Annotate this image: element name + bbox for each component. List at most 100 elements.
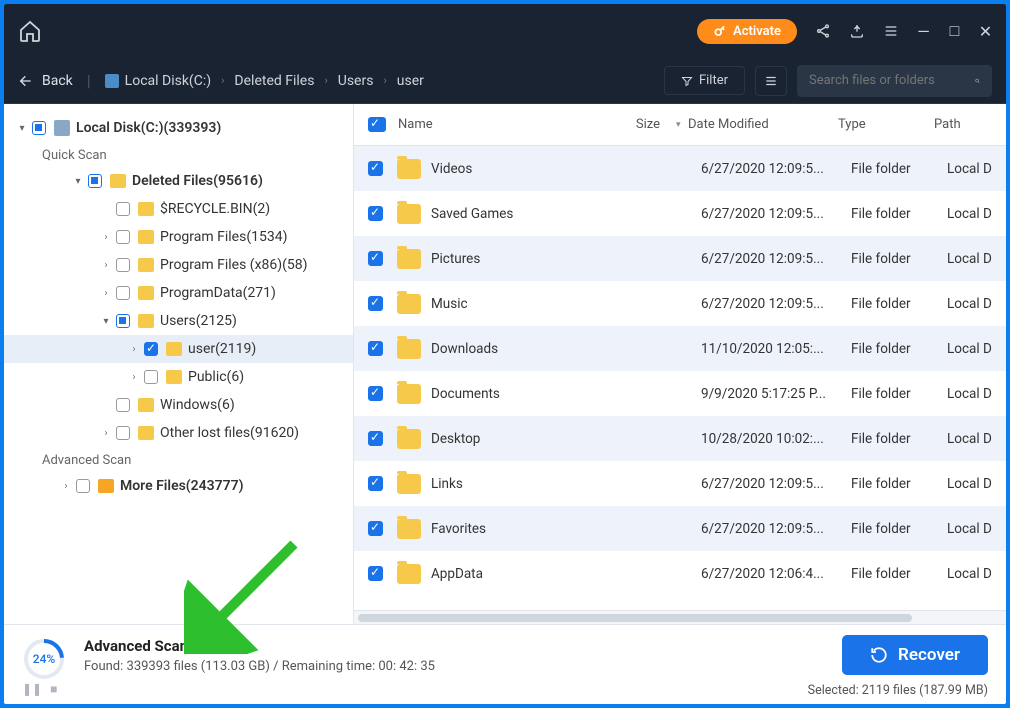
cell-date: 10/28/2020 10:02:... bbox=[701, 431, 851, 447]
row-checkbox[interactable] bbox=[368, 341, 383, 356]
col-date[interactable]: Date Modified bbox=[688, 117, 838, 132]
cell-name: Videos bbox=[431, 161, 609, 177]
checkbox[interactable] bbox=[144, 370, 158, 384]
chevron-icon[interactable]: ▾ bbox=[100, 316, 112, 327]
checkbox[interactable] bbox=[116, 258, 130, 272]
chevron-right-icon: › bbox=[383, 74, 386, 87]
row-checkbox[interactable] bbox=[368, 431, 383, 446]
folder-icon bbox=[138, 286, 154, 300]
back-button[interactable]: Back bbox=[18, 73, 73, 89]
checkbox[interactable] bbox=[116, 398, 130, 412]
col-path[interactable]: Path bbox=[934, 117, 979, 132]
tree-item[interactable]: ›ProgramData(271) bbox=[4, 279, 353, 307]
close-icon[interactable]: ✕ bbox=[979, 25, 992, 38]
chevron-down-icon[interactable]: ▾ bbox=[16, 123, 28, 134]
cell-path: Local D bbox=[947, 161, 992, 177]
tree-item[interactable]: ▾Deleted Files(95616) bbox=[4, 167, 353, 195]
breadcrumb-item[interactable]: Users bbox=[338, 73, 374, 89]
menu-icon[interactable] bbox=[883, 23, 899, 39]
table-row[interactable]: Desktop10/28/2020 10:02:...File folderLo… bbox=[354, 416, 1006, 461]
breadcrumb-item[interactable]: Local Disk(C:) bbox=[125, 73, 211, 89]
col-name[interactable]: Name bbox=[386, 117, 596, 132]
section-advanced-scan: Advanced Scan bbox=[4, 447, 353, 472]
checkbox[interactable] bbox=[76, 479, 90, 493]
table-row[interactable]: Favorites6/27/2020 12:09:5...File folder… bbox=[354, 506, 1006, 551]
tree-item[interactable]: ▾ Users(2125) bbox=[4, 307, 353, 335]
stop-icon[interactable]: ■ bbox=[50, 682, 57, 696]
row-checkbox[interactable] bbox=[368, 521, 383, 536]
search-input[interactable] bbox=[809, 73, 975, 88]
sort-arrow-icon[interactable]: ▾ bbox=[676, 120, 688, 130]
chevron-right-icon[interactable]: › bbox=[60, 481, 72, 492]
view-list-button[interactable] bbox=[755, 66, 787, 96]
checkbox[interactable] bbox=[116, 426, 130, 440]
row-checkbox[interactable] bbox=[368, 251, 383, 266]
list-icon bbox=[764, 74, 778, 88]
checkbox[interactable] bbox=[88, 174, 102, 188]
cell-date: 6/27/2020 12:06:4... bbox=[701, 566, 851, 582]
chevron-icon[interactable]: ▾ bbox=[72, 176, 84, 187]
chevron-icon[interactable]: › bbox=[100, 288, 112, 299]
maximize-icon[interactable]: □ bbox=[948, 25, 961, 38]
row-checkbox[interactable] bbox=[368, 386, 383, 401]
row-checkbox[interactable] bbox=[368, 161, 383, 176]
scrollbar-thumb[interactable] bbox=[358, 614, 912, 622]
table-row[interactable]: Links6/27/2020 12:09:5...File folderLoca… bbox=[354, 461, 1006, 506]
checkbox[interactable] bbox=[116, 314, 130, 328]
search-box[interactable] bbox=[797, 65, 992, 97]
table-row[interactable]: Saved Games6/27/2020 12:09:5...File fold… bbox=[354, 191, 1006, 236]
tree-item[interactable]: ›user(2119) bbox=[4, 335, 353, 363]
tree-root[interactable]: ▾ Local Disk(C:)(339393) bbox=[4, 114, 353, 142]
select-all-checkbox[interactable] bbox=[368, 117, 386, 132]
table-row[interactable]: Videos6/27/2020 12:09:5...File folderLoc… bbox=[354, 146, 1006, 191]
tree-item[interactable]: ›Program Files (x86)(58) bbox=[4, 251, 353, 279]
chevron-icon[interactable]: › bbox=[128, 372, 140, 383]
section-quick-scan: Quick Scan bbox=[4, 142, 353, 167]
share-icon[interactable] bbox=[815, 23, 831, 39]
table-row[interactable]: Pictures6/27/2020 12:09:5...File folderL… bbox=[354, 236, 1006, 281]
chevron-icon[interactable]: › bbox=[100, 260, 112, 271]
minimize-icon[interactable]: — bbox=[917, 25, 930, 38]
row-checkbox[interactable] bbox=[368, 476, 383, 491]
chevron-icon[interactable]: › bbox=[128, 344, 140, 355]
breadcrumb-item[interactable]: Deleted Files bbox=[234, 73, 314, 89]
export-icon[interactable] bbox=[849, 23, 865, 39]
col-type[interactable]: Type bbox=[838, 117, 934, 132]
checkbox[interactable] bbox=[144, 342, 158, 356]
tree-item[interactable]: Windows(6) bbox=[4, 391, 353, 419]
filter-button[interactable]: Filter bbox=[664, 66, 745, 95]
table-row[interactable]: Downloads11/10/2020 12:05:...File folder… bbox=[354, 326, 1006, 371]
pause-icon[interactable]: ❚❚ bbox=[22, 682, 42, 696]
cell-path: Local D bbox=[947, 251, 992, 267]
table-row[interactable]: Documents9/9/2020 5:17:25 P...File folde… bbox=[354, 371, 1006, 416]
checkbox[interactable] bbox=[116, 286, 130, 300]
folder-icon bbox=[138, 230, 154, 244]
col-size[interactable]: Size bbox=[596, 117, 676, 132]
table-row[interactable]: AppData6/27/2020 12:06:4...File folderLo… bbox=[354, 551, 1006, 596]
activate-button[interactable]: Activate bbox=[697, 19, 797, 44]
row-checkbox[interactable] bbox=[368, 566, 383, 581]
checkbox[interactable] bbox=[116, 230, 130, 244]
horizontal-scrollbar[interactable] bbox=[354, 610, 1006, 624]
filter-label: Filter bbox=[699, 73, 728, 88]
folder-icon bbox=[397, 204, 421, 224]
breadcrumb-item[interactable]: user bbox=[397, 73, 424, 89]
home-icon[interactable] bbox=[18, 19, 42, 43]
tree-item[interactable]: ›Public(6) bbox=[4, 363, 353, 391]
table-row[interactable]: Music6/27/2020 12:09:5...File folderLoca… bbox=[354, 281, 1006, 326]
tree-item[interactable]: ›Other lost files(91620) bbox=[4, 419, 353, 447]
row-checkbox[interactable] bbox=[368, 206, 383, 221]
tree-item[interactable]: $RECYCLE.BIN(2) bbox=[4, 195, 353, 223]
chevron-icon[interactable]: › bbox=[100, 428, 112, 439]
tree-label: Users(2125) bbox=[160, 313, 237, 329]
chevron-icon[interactable]: › bbox=[100, 232, 112, 243]
checkbox[interactable] bbox=[116, 202, 130, 216]
checkbox[interactable] bbox=[32, 121, 46, 135]
cell-date: 6/27/2020 12:09:5... bbox=[701, 251, 851, 267]
folder-icon bbox=[138, 398, 154, 412]
tree-item[interactable]: ›Program Files(1534) bbox=[4, 223, 353, 251]
row-checkbox[interactable] bbox=[368, 296, 383, 311]
tree-item[interactable]: › More Files(243777) bbox=[4, 472, 353, 500]
activate-label: Activate bbox=[733, 24, 781, 39]
recover-button[interactable]: Recover bbox=[842, 635, 988, 675]
